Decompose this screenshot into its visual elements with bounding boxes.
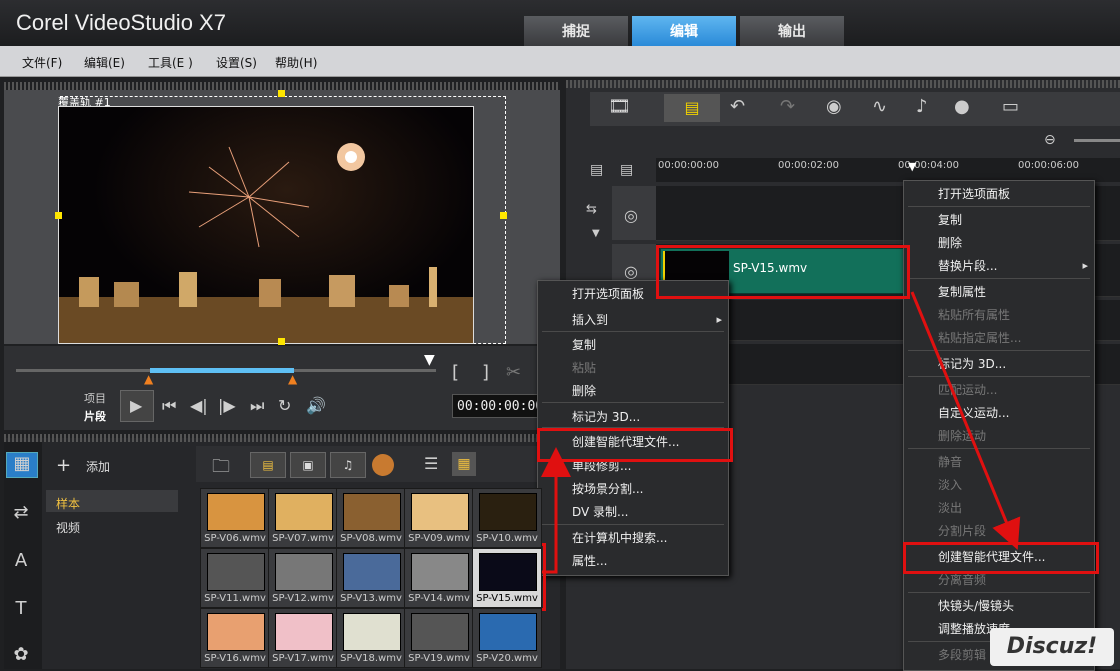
library-item-label: SP-V16.wmv bbox=[204, 653, 266, 664]
library-item-label: SP-V08.wmv bbox=[340, 533, 402, 544]
library-item[interactable]: SP-V08.wmv bbox=[336, 488, 406, 548]
library-item-thumbnail bbox=[207, 613, 265, 651]
library-item-label: SP-V13.wmv bbox=[340, 593, 402, 604]
library-item-thumbnail bbox=[275, 493, 333, 531]
annotation-arrows bbox=[540, 291, 1021, 574]
library-item[interactable]: SP-V07.wmv bbox=[268, 488, 338, 548]
library-item-thumbnail bbox=[411, 493, 469, 531]
library-item[interactable]: SP-V12.wmv bbox=[268, 548, 338, 608]
library-item-thumbnail bbox=[411, 613, 469, 651]
library-item[interactable]: SP-V19.wmv bbox=[404, 608, 474, 668]
library-item-thumbnail bbox=[343, 553, 401, 591]
library-item-thumbnail bbox=[343, 493, 401, 531]
library-item-thumbnail bbox=[411, 553, 469, 591]
library-item-thumbnail bbox=[275, 553, 333, 591]
library-item-thumbnail bbox=[479, 553, 537, 591]
library-item-thumbnail bbox=[207, 553, 265, 591]
library-item-label: SP-V09.wmv bbox=[408, 533, 470, 544]
library-item-label: SP-V07.wmv bbox=[272, 533, 334, 544]
library-item[interactable]: SP-V20.wmv bbox=[472, 608, 542, 668]
library-item-label: SP-V11.wmv bbox=[204, 593, 266, 604]
library-item[interactable]: SP-V14.wmv bbox=[404, 548, 474, 608]
library-item-label: SP-V06.wmv bbox=[204, 533, 266, 544]
library-item-label: SP-V15.wmv bbox=[476, 593, 538, 604]
library-item-thumbnail bbox=[275, 613, 333, 651]
library-item-thumbnail bbox=[479, 493, 537, 531]
library-item-label: SP-V10.wmv bbox=[476, 533, 538, 544]
watermark-logo: Discuz! bbox=[990, 628, 1114, 666]
library-item-label: SP-V19.wmv bbox=[408, 653, 470, 664]
library-item[interactable]: SP-V15.wmv bbox=[472, 548, 542, 608]
library-item[interactable]: SP-V06.wmv bbox=[200, 488, 270, 548]
library-item-label: SP-V12.wmv bbox=[272, 593, 334, 604]
library-item[interactable]: SP-V18.wmv bbox=[336, 608, 406, 668]
library-item-thumbnail bbox=[479, 613, 537, 651]
library-item[interactable]: SP-V09.wmv bbox=[404, 488, 474, 548]
library-item[interactable]: SP-V16.wmv bbox=[200, 608, 270, 668]
library-item-label: SP-V18.wmv bbox=[340, 653, 402, 664]
library-item-thumbnail bbox=[343, 613, 401, 651]
library-item-label: SP-V17.wmv bbox=[272, 653, 334, 664]
library-item-thumbnail bbox=[207, 493, 265, 531]
library-item-label: SP-V20.wmv bbox=[476, 653, 538, 664]
library-item-label: SP-V14.wmv bbox=[408, 593, 470, 604]
library-item[interactable]: SP-V17.wmv bbox=[268, 608, 338, 668]
library-item[interactable]: SP-V13.wmv bbox=[336, 548, 406, 608]
library-item[interactable]: SP-V10.wmv bbox=[472, 488, 542, 548]
library-item[interactable]: SP-V11.wmv bbox=[200, 548, 270, 608]
